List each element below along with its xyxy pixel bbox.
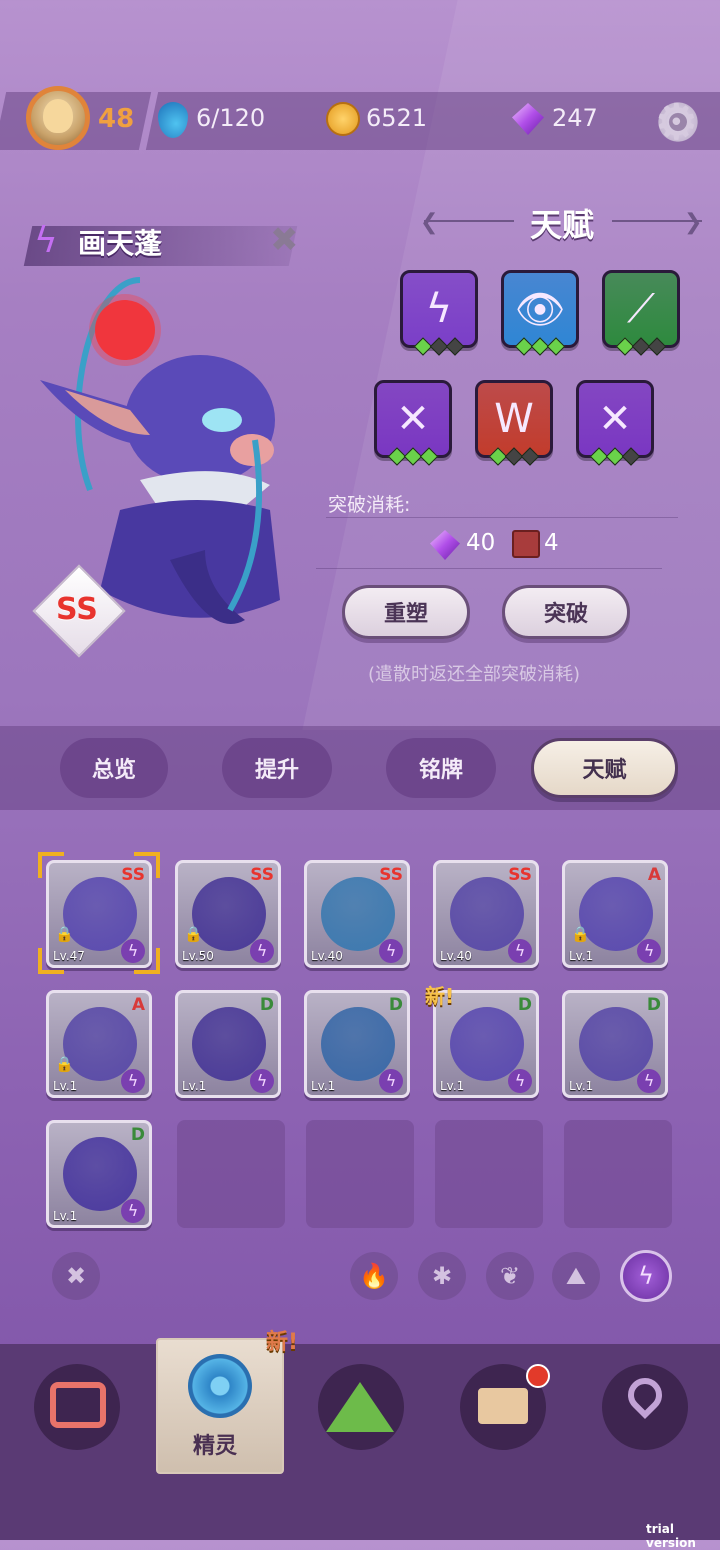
pet-level: Lv.1 bbox=[440, 1079, 465, 1093]
lightning-element-icon: ϟ bbox=[121, 1069, 145, 1093]
new-tag: 新! bbox=[266, 1330, 299, 1355]
lightning-element-icon: ϟ bbox=[637, 939, 661, 963]
pet-rank: D bbox=[259, 995, 274, 1015]
ornament-end-right: ❯ bbox=[684, 210, 703, 235]
watermark: trial version bbox=[646, 1522, 696, 1550]
pet-level: Lv.1 bbox=[53, 1079, 78, 1093]
pet-card[interactable]: D Lv.1 ϟ bbox=[562, 990, 668, 1098]
clear-filter-icon[interactable]: ✖ bbox=[52, 1252, 100, 1300]
lightning-element-icon: ϟ bbox=[637, 1069, 661, 1093]
settings-gear-icon[interactable] bbox=[654, 92, 700, 152]
pet-level: Lv.40 bbox=[311, 949, 343, 963]
pet-level: Lv.50 bbox=[182, 949, 214, 963]
lightning-element-icon: ϟ bbox=[34, 220, 58, 261]
empty-slot bbox=[306, 1120, 414, 1228]
new-tag: 新! bbox=[425, 984, 455, 1008]
pet-level: Lv.1 bbox=[53, 1209, 78, 1223]
pet-level: Lv.40 bbox=[440, 949, 472, 963]
pet-level: Lv.1 bbox=[182, 1079, 207, 1093]
nav-map-pin-icon[interactable] bbox=[602, 1364, 688, 1450]
claw-slash-icon[interactable]: ⟋ bbox=[602, 270, 680, 356]
lock-icon: 🔒 bbox=[55, 1055, 74, 1073]
pet-card[interactable]: SS Lv.40 ϟ bbox=[433, 860, 539, 968]
tab-upgrade[interactable]: 提升 bbox=[222, 738, 332, 798]
lightning-element-icon: ϟ bbox=[379, 1069, 403, 1093]
lightning-element-icon: ϟ bbox=[379, 939, 403, 963]
divider bbox=[316, 568, 662, 569]
ornament-end-left: ❮ bbox=[420, 210, 439, 235]
snowflake-icon[interactable]: ✱ bbox=[418, 1252, 466, 1300]
book-icon bbox=[512, 530, 540, 558]
close-icon[interactable]: ✖ bbox=[270, 220, 299, 260]
pet-card[interactable]: D Lv.1 ϟ bbox=[46, 1120, 152, 1228]
pet-level: Lv.1 bbox=[311, 1079, 336, 1093]
pet-orb-icon bbox=[188, 1354, 252, 1418]
empty-slot bbox=[564, 1120, 672, 1228]
empty-slot bbox=[177, 1120, 285, 1228]
reshape-button[interactable]: 重塑 bbox=[342, 585, 470, 639]
pet-rank: D bbox=[646, 995, 661, 1015]
pet-rank: A bbox=[131, 995, 145, 1015]
pet-card[interactable]: D Lv.1 ϟ bbox=[175, 990, 281, 1098]
lock-icon: 🔒 bbox=[571, 925, 590, 943]
pet-card[interactable]: A Lv.1 ϟ 🔒 bbox=[562, 860, 668, 968]
lightning-element-icon: ϟ bbox=[508, 939, 532, 963]
rock-icon[interactable]: ⛰ bbox=[552, 1252, 600, 1300]
pet-card[interactable]: A Lv.1 ϟ 🔒 bbox=[46, 990, 152, 1098]
pet-card[interactable]: SS Lv.40 ϟ bbox=[304, 860, 410, 968]
lightning-element-icon: ϟ bbox=[250, 1069, 274, 1093]
pet-rank: D bbox=[130, 1125, 145, 1145]
breakthrough-button[interactable]: 突破 bbox=[502, 585, 630, 639]
pet-rank: SS bbox=[250, 865, 274, 885]
empty-slot bbox=[435, 1120, 543, 1228]
tab-talent[interactable]: 天赋 bbox=[531, 738, 678, 798]
leaf-icon[interactable]: ❦ bbox=[486, 1252, 534, 1300]
divider bbox=[326, 517, 678, 518]
dismiss-note: (遣散时返还全部突破消耗) bbox=[368, 664, 581, 685]
pet-level: Lv.1 bbox=[569, 949, 594, 963]
lightning-strike-icon[interactable]: ϟ bbox=[400, 270, 478, 356]
nav-mountain-icon[interactable] bbox=[318, 1364, 404, 1450]
purple-slash-icon[interactable]: ✕ bbox=[374, 380, 452, 466]
pet-rank: SS bbox=[379, 865, 403, 885]
tab-overview[interactable]: 总览 bbox=[60, 738, 168, 798]
eye-icon[interactable]: 👁 bbox=[501, 270, 579, 356]
pet-rank: SS bbox=[508, 865, 532, 885]
lightning-icon[interactable]: ϟ bbox=[620, 1250, 672, 1302]
lightning-element-icon: ϟ bbox=[121, 1199, 145, 1223]
pet-rank: D bbox=[388, 995, 403, 1015]
pet-rank: D bbox=[517, 995, 532, 1015]
fang-icon[interactable]: W bbox=[475, 380, 553, 466]
pet-card[interactable]: D Lv.1 ϟ bbox=[304, 990, 410, 1098]
pet-card[interactable]: SS Lv.50 ϟ 🔒 bbox=[175, 860, 281, 968]
coin-value: 6521 bbox=[366, 104, 428, 132]
notification-badge bbox=[526, 1364, 550, 1388]
tab-nameplate[interactable]: 铭牌 bbox=[386, 738, 496, 798]
pet-rank: A bbox=[647, 865, 661, 885]
coin-icon bbox=[326, 102, 360, 136]
gem-cost: 40 bbox=[466, 530, 496, 556]
book-cost: 4 bbox=[544, 530, 559, 556]
purple-slash-icon[interactable]: ✕ bbox=[576, 380, 654, 466]
breakthrough-cost-label: 突破消耗: bbox=[328, 494, 411, 516]
nav-pets-label: 精灵 bbox=[193, 1434, 238, 1459]
player-avatar[interactable] bbox=[26, 86, 90, 150]
pet-level: Lv.1 bbox=[569, 1079, 594, 1093]
lightning-element-icon: ϟ bbox=[250, 939, 274, 963]
stamina-value: 6/120 bbox=[196, 104, 266, 132]
pet-name: 画天蓬 bbox=[78, 227, 163, 260]
fire-icon[interactable]: 🔥 bbox=[350, 1252, 398, 1300]
selection-frame bbox=[38, 852, 160, 974]
talent-title: 天赋 bbox=[530, 206, 595, 244]
pet-rank: SS bbox=[56, 592, 98, 627]
nav-home-icon[interactable] bbox=[34, 1364, 120, 1450]
player-level: 48 bbox=[98, 104, 135, 134]
lock-icon: 🔒 bbox=[184, 925, 203, 943]
gem-value: 247 bbox=[552, 104, 598, 132]
lightning-element-icon: ϟ bbox=[508, 1069, 532, 1093]
